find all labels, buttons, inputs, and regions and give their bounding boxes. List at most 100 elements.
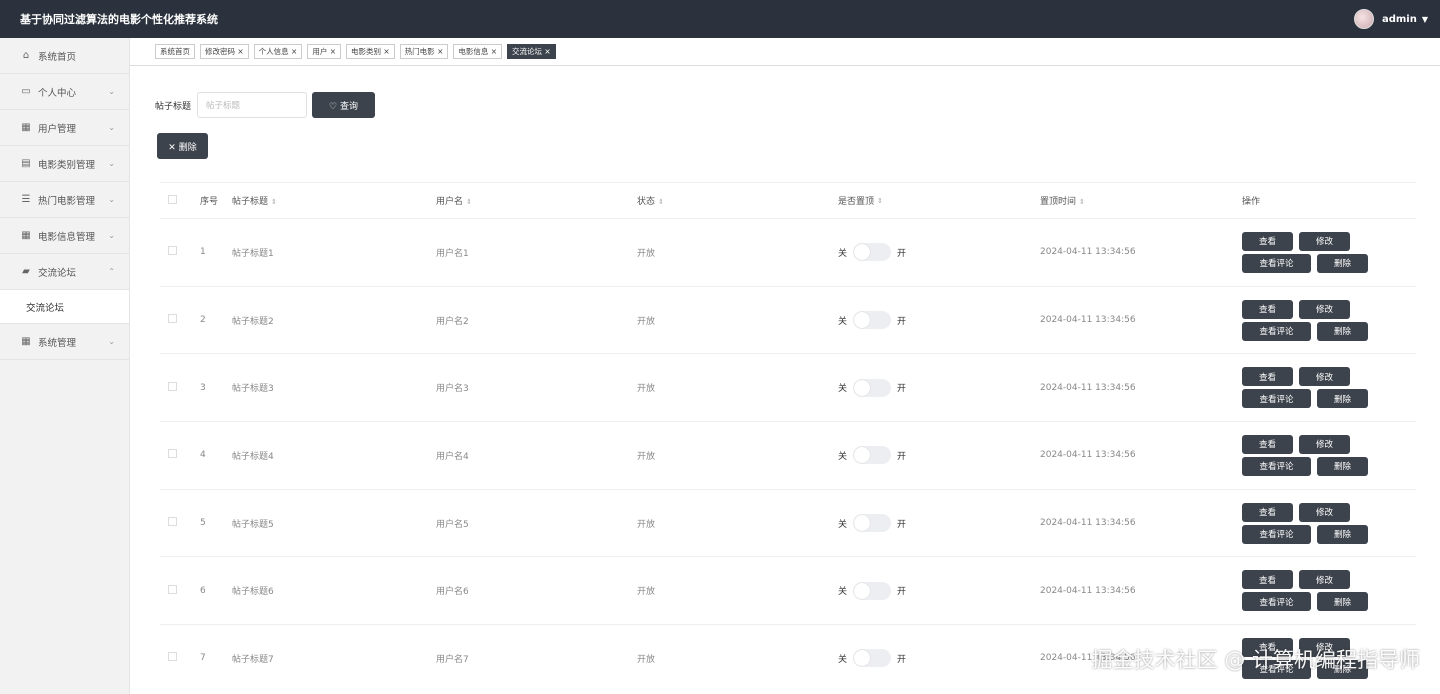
sidebar-item[interactable]: ☰ 热门电影管理 ⌄ (0, 182, 129, 218)
sidebar-item[interactable]: ▦ 用户管理 ⌄ (0, 110, 129, 146)
sidebar-subitem-forum[interactable]: 交流论坛 (0, 290, 129, 324)
view-comments-button[interactable]: 查看评论 (1242, 253, 1311, 273)
pin-switch[interactable] (853, 378, 892, 397)
row-checkbox[interactable] (168, 381, 177, 391)
select-all-checkbox[interactable] (168, 194, 177, 204)
row-status: 开放 (637, 248, 656, 259)
row-checkbox[interactable] (168, 584, 177, 594)
switch-on-label: 开 (897, 248, 907, 259)
sidebar: ⌂ 系统首页 ▭ 个人中心 ⌄ ▦ 用户管理 ⌄ ▤ 电影类别管理 ⌄ ☰ 热门电影管理 ⌄ ▦ 电影信息管理… (0, 38, 130, 694)
sort-icon[interactable]: ⇕ (271, 198, 277, 206)
row-checkbox[interactable] (168, 449, 177, 459)
tab[interactable]: 热门电影 × (399, 44, 449, 59)
actions-row: 查看 修改 (1242, 434, 1416, 454)
edit-button[interactable]: 修改 (1299, 502, 1350, 522)
tab[interactable]: 用户 × (307, 44, 342, 59)
view-button[interactable]: 查看 (1242, 299, 1293, 319)
delete-button[interactable]: 删除 (1317, 389, 1368, 409)
tab[interactable]: 电影类别 × (346, 44, 395, 59)
edit-button[interactable]: 修改 (1299, 299, 1350, 319)
table-row: 3 帖子标题3 用户名3 开放关开 2024-04-11 13:34:56 查看 修改 查看评… (160, 353, 1416, 421)
row-checkbox[interactable] (168, 517, 177, 527)
view-comments-button[interactable]: 查看评论 (1242, 321, 1311, 341)
chevron-icon: ⌄ (108, 87, 115, 96)
delete-button[interactable]: 删除 (1317, 456, 1368, 476)
edit-button[interactable]: 修改 (1299, 367, 1350, 387)
view-comments-button[interactable]: 查看评论 (1242, 389, 1311, 409)
pin-toggle-cell: 关开 (838, 581, 1040, 600)
switch-knob (854, 582, 871, 599)
table-row: 1 帖子标题1 用户名1 开放关开 2024-04-11 13:34:56 查看 修改 查看评… (160, 218, 1416, 286)
sidebar-item[interactable]: ▭ 个人中心 ⌄ (0, 74, 129, 110)
pin-switch[interactable] (853, 649, 892, 668)
actions-row: 查看评论 删除 (1242, 253, 1416, 273)
view-button[interactable]: 查看 (1242, 231, 1293, 251)
view-button[interactable]: 查看 (1242, 502, 1293, 522)
header-status[interactable]: 状态 ⇕ (637, 194, 838, 207)
edit-button[interactable]: 修改 (1299, 570, 1350, 590)
switch-off-label: 关 (838, 654, 848, 665)
header-user[interactable]: 用户名 ⇕ (436, 194, 637, 207)
row-pin-time: 2024-04-11 13:34:56 (1040, 450, 1136, 461)
row-select-cell (160, 652, 200, 664)
sort-icon[interactable]: ⇕ (877, 197, 883, 205)
view-comments-button[interactable]: 查看评论 (1242, 456, 1311, 476)
row-checkbox[interactable] (168, 246, 177, 256)
row-index: 5 (200, 518, 206, 529)
sort-icon[interactable]: ⇕ (466, 198, 472, 206)
pin-switch[interactable] (853, 581, 892, 600)
view-button[interactable]: 查看 (1242, 434, 1293, 454)
chevron-icon: ⌃ (108, 267, 115, 276)
edit-button[interactable]: 修改 (1299, 231, 1350, 251)
row-checkbox[interactable] (168, 652, 177, 662)
pin-switch[interactable] (853, 243, 892, 262)
pin-switch[interactable] (853, 446, 892, 465)
tab[interactable]: 电影信息 × (453, 44, 503, 59)
row-index: 6 (200, 585, 206, 596)
switch-on-label: 开 (897, 519, 907, 530)
avatar[interactable] (1353, 9, 1374, 29)
tab[interactable]: 个人信息 × (253, 44, 303, 59)
delete-button[interactable]: 删除 (1317, 253, 1368, 273)
view-comments-button[interactable]: 查看评论 (1242, 592, 1311, 612)
row-title: 帖子标题3 (232, 384, 274, 395)
view-comments-button[interactable]: 查看评论 (1242, 524, 1311, 544)
sidebar-item[interactable]: ⌂ 系统首页 (0, 38, 129, 74)
row-select-cell (160, 449, 200, 461)
tab[interactable]: 交流论坛 × (507, 44, 556, 59)
view-button[interactable]: 查看 (1242, 570, 1293, 590)
search-input[interactable]: 帖子标题 (197, 92, 308, 118)
sort-icon[interactable]: ⇕ (1079, 198, 1085, 206)
sidebar-item[interactable]: ▰ 交流论坛 ⌃ (0, 254, 129, 290)
query-button[interactable]: ♡ 查询 (312, 92, 376, 118)
header-title[interactable]: 帖子标题 ⇕ (232, 194, 436, 207)
tab[interactable]: 修改密码 × (200, 44, 249, 59)
sidebar-item-label: 热门电影管理 (38, 195, 96, 207)
view-button[interactable]: 查看 (1242, 367, 1293, 387)
sidebar-item[interactable]: ▤ 电影类别管理 ⌄ (0, 146, 129, 182)
row-checkbox[interactable] (168, 314, 177, 324)
pin-toggle-cell: 关开 (838, 311, 1040, 330)
delete-button[interactable]: 删除 (1317, 524, 1368, 544)
header-pin-time[interactable]: 置顶时间 ⇕ (1040, 194, 1242, 207)
username[interactable]: admin (1382, 14, 1417, 25)
edit-button[interactable]: 修改 (1299, 434, 1350, 454)
pin-switch[interactable] (853, 514, 892, 533)
row-status: 开放 (637, 384, 656, 395)
table-row: 4 帖子标题4 用户名4 开放关开 2024-04-11 13:34:56 查看 修改 查看评… (160, 421, 1416, 489)
row-actions: 查看 修改 查看评论 删除 (1242, 567, 1416, 614)
header-pinned[interactable]: 是否置顶 ⇕ (838, 194, 1040, 208)
switch-off-label: 关 (838, 248, 848, 259)
user-menu[interactable]: admin ▼ (1353, 9, 1428, 29)
delete-button[interactable]: 删除 (1317, 321, 1368, 341)
caret-down-icon[interactable]: ▼ (1422, 15, 1428, 24)
sidebar-item[interactable]: ▦ 系统管理 ⌄ (0, 324, 129, 360)
batch-delete-button[interactable]: ✕ 删除 (157, 133, 208, 159)
sidebar-item[interactable]: ▦ 电影信息管理 ⌄ (0, 218, 129, 254)
tab[interactable]: 系统首页 (155, 44, 195, 59)
pin-switch[interactable] (853, 311, 892, 330)
sort-icon[interactable]: ⇕ (658, 198, 664, 206)
delete-button[interactable]: 删除 (1317, 592, 1368, 612)
switch-knob (854, 447, 871, 464)
row-status: 开放 (637, 519, 656, 530)
